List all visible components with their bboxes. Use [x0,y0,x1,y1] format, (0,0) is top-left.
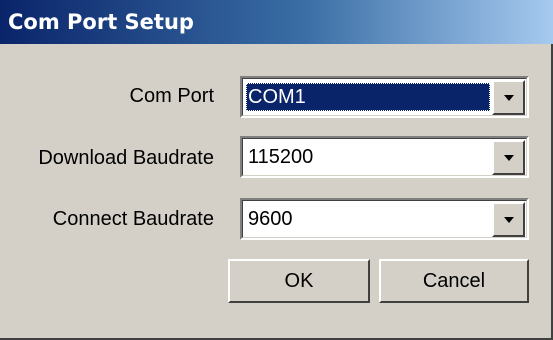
cancel-button[interactable]: Cancel [379,259,529,303]
download-baudrate-dropdown-button[interactable] [492,140,525,175]
connect-baudrate-label: Connect Baudrate [52,208,214,230]
download-baudrate-label: Download Baudrate [38,147,214,169]
com-port-label: Com Port [129,85,214,107]
ok-button[interactable]: OK [228,259,370,303]
download-baudrate-value: 115200 [248,146,314,168]
chevron-down-icon [504,217,514,223]
chevron-down-icon [504,155,514,161]
connect-baudrate-value: 9600 [248,208,293,230]
download-baudrate-select[interactable]: 115200 [240,136,529,178]
com-port-select[interactable]: COM1 [240,76,529,118]
window-title: Com Port Setup [8,10,194,34]
chevron-down-icon [504,95,514,101]
title-bar[interactable]: Com Port Setup [0,0,553,44]
com-port-dropdown-button[interactable] [492,80,525,115]
connect-baudrate-select[interactable]: 9600 [240,198,529,240]
com-port-setup-dialog: Com Port Setup Com Port COM1 Download Ba… [0,0,553,340]
connect-baudrate-dropdown-button[interactable] [492,202,525,237]
com-port-value: COM1 [246,83,490,111]
